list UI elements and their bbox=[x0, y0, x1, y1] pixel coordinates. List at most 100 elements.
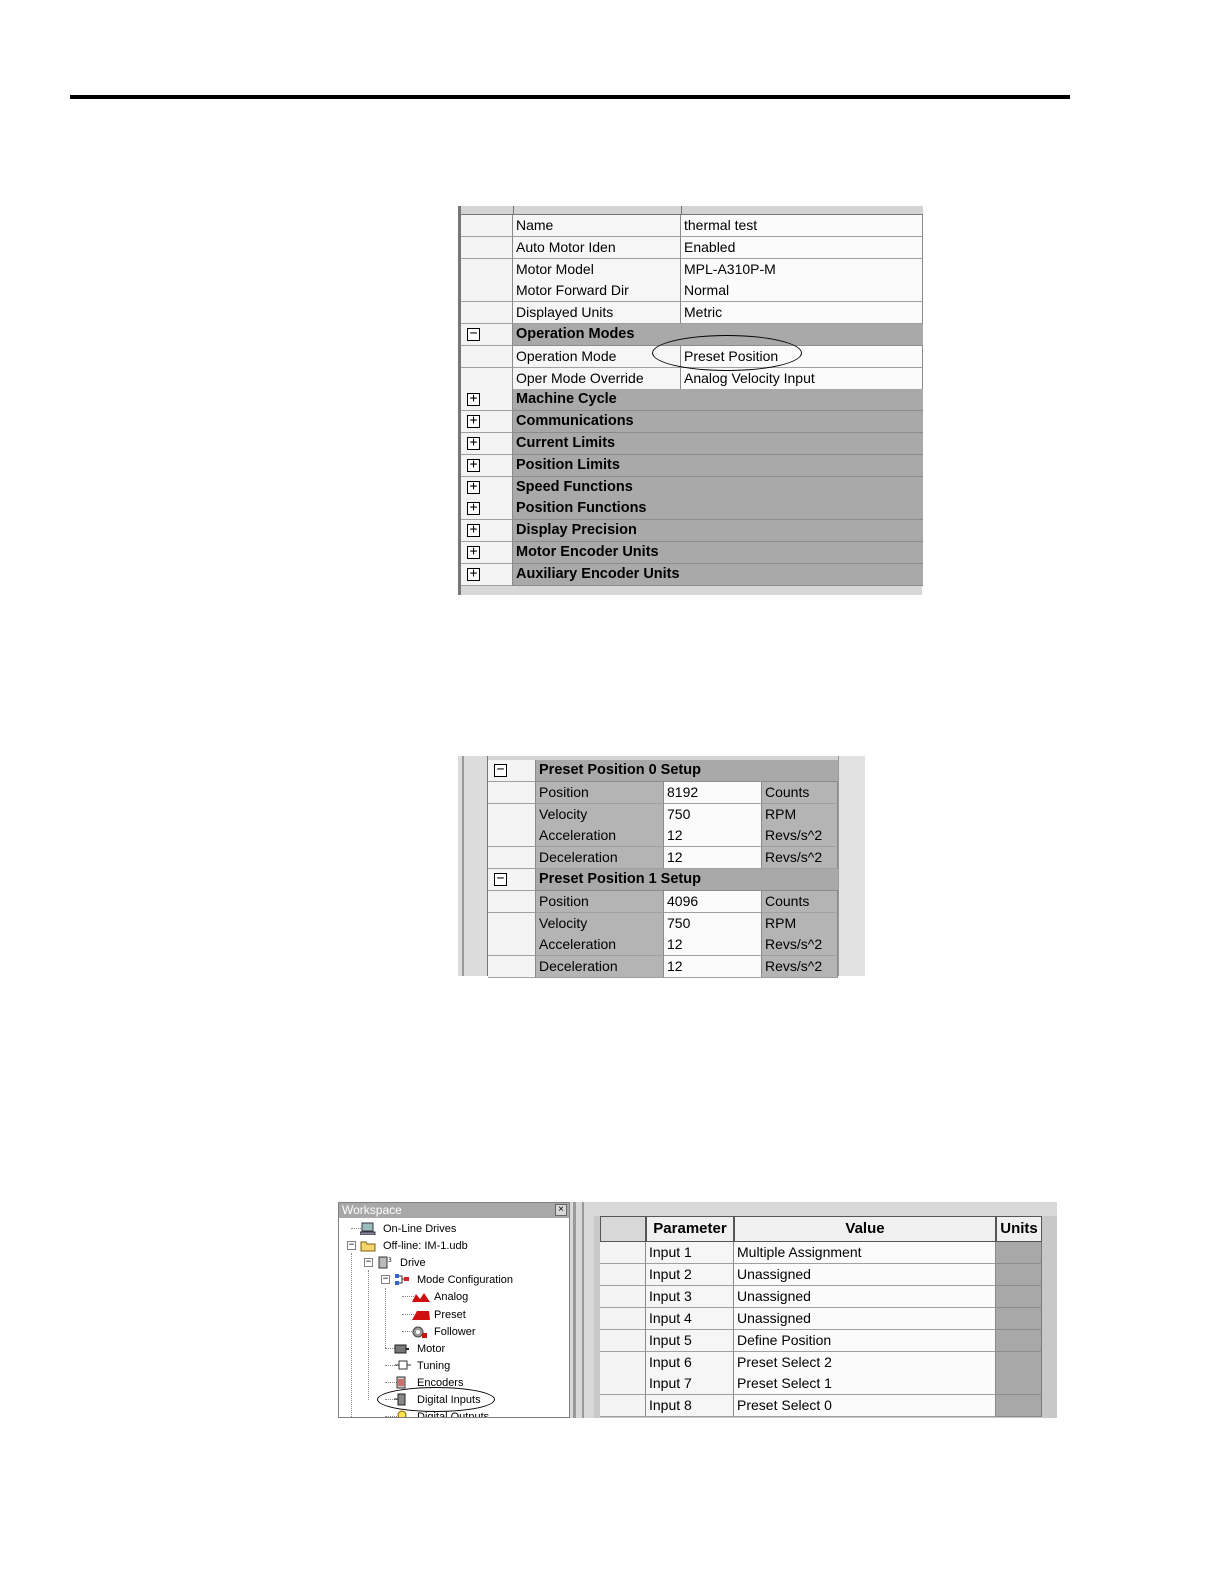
expand-icon[interactable]: + bbox=[467, 523, 480, 538]
header-units[interactable]: Units bbox=[996, 1216, 1042, 1242]
tree-expander-icon[interactable]: − bbox=[347, 1241, 356, 1251]
group-row[interactable]: + Position Functions bbox=[461, 498, 923, 521]
property-row[interactable]: Motor Forward Dir Normal bbox=[461, 280, 923, 303]
property-value[interactable]: 750 bbox=[664, 803, 762, 826]
header-parameter[interactable]: Parameter bbox=[646, 1216, 734, 1242]
property-value[interactable]: 4096 bbox=[664, 890, 762, 913]
property-row[interactable]: Motor Model MPL-A310P-M bbox=[461, 258, 923, 281]
expand-icon[interactable]: + bbox=[467, 567, 480, 581]
row-gutter bbox=[461, 280, 513, 303]
group-row[interactable]: + Display Precision bbox=[461, 520, 923, 543]
property-row[interactable]: Deceleration 12 Revs/s^2 bbox=[488, 847, 838, 870]
expand-icon[interactable]: + bbox=[467, 436, 480, 450]
property-value[interactable]: 12 bbox=[664, 956, 762, 979]
property-row[interactable]: Name thermal test bbox=[461, 215, 923, 237]
property-row[interactable]: Auto Motor Iden Enabled bbox=[461, 236, 923, 259]
folder-icon bbox=[360, 1239, 380, 1253]
tree-item-label[interactable]: Follower bbox=[434, 1325, 476, 1339]
property-row[interactable]: Deceleration 12 Revs/s^2 bbox=[488, 956, 838, 979]
input-row[interactable]: Input 3 Unassigned bbox=[600, 1285, 1042, 1308]
property-row[interactable]: Acceleration 12 Revs/s^2 bbox=[488, 934, 838, 957]
input-row[interactable]: Input 4 Unassigned bbox=[600, 1307, 1042, 1330]
row-gutter bbox=[488, 934, 536, 957]
row-gutter: + bbox=[461, 389, 513, 412]
collapse-icon[interactable]: − bbox=[494, 872, 507, 886]
property-value[interactable]: Metric bbox=[681, 302, 923, 325]
input-row[interactable]: Input 1 Multiple Assignment bbox=[600, 1242, 1042, 1264]
tree-item-label[interactable]: Analog bbox=[434, 1290, 468, 1304]
drive-icon: 3 bbox=[377, 1256, 397, 1270]
property-value[interactable]: MPL-A310P-M bbox=[681, 258, 923, 281]
group-row[interactable]: − Preset Position 1 Setup bbox=[488, 869, 838, 891]
row-gutter: − bbox=[461, 324, 513, 346]
input-value[interactable]: Preset Select 2 bbox=[734, 1351, 996, 1374]
tree-item-label[interactable]: Mode Configuration bbox=[417, 1273, 513, 1287]
input-row[interactable]: Input 5 Define Position bbox=[600, 1329, 1042, 1352]
property-row[interactable]: Displayed Units Metric bbox=[461, 302, 923, 325]
header-value[interactable]: Value bbox=[734, 1216, 996, 1242]
property-row[interactable]: Velocity 750 RPM bbox=[488, 803, 838, 826]
drive-properties-grid: Name thermal test Auto Motor Iden Enabled Mo… bbox=[458, 206, 923, 595]
tree-item-label[interactable]: Drive bbox=[400, 1256, 426, 1270]
row-gutter bbox=[461, 258, 513, 281]
input-value[interactable]: Define Position bbox=[734, 1329, 996, 1352]
input-value[interactable]: Unassigned bbox=[734, 1263, 996, 1286]
input-units bbox=[996, 1242, 1042, 1264]
tree-expander-icon[interactable]: − bbox=[364, 1258, 373, 1268]
row-gutter bbox=[600, 1307, 646, 1330]
property-row[interactable]: Acceleration 12 Revs/s^2 bbox=[488, 825, 838, 848]
input-value[interactable]: Unassigned bbox=[734, 1307, 996, 1330]
property-value[interactable]: Analog Velocity Input bbox=[681, 367, 923, 390]
property-value[interactable]: 12 bbox=[664, 825, 762, 848]
tree-item-label[interactable]: On-Line Drives bbox=[383, 1222, 456, 1236]
property-label: Oper Mode Override bbox=[513, 367, 681, 390]
group-row[interactable]: + Position Limits bbox=[461, 454, 923, 477]
input-value[interactable]: Preset Select 1 bbox=[734, 1373, 996, 1396]
property-value[interactable]: thermal test bbox=[681, 215, 923, 237]
property-value[interactable]: 750 bbox=[664, 912, 762, 935]
collapse-icon[interactable]: − bbox=[467, 327, 480, 341]
expand-icon[interactable]: + bbox=[467, 458, 480, 472]
property-value[interactable]: 12 bbox=[664, 934, 762, 957]
property-value[interactable]: 8192 bbox=[664, 781, 762, 804]
property-row[interactable]: Velocity 750 RPM bbox=[488, 912, 838, 935]
group-row[interactable]: + Motor Encoder Units bbox=[461, 542, 923, 564]
row-gutter bbox=[461, 302, 513, 325]
group-row[interactable]: + Machine Cycle bbox=[461, 389, 923, 412]
close-icon[interactable]: × bbox=[555, 1204, 567, 1216]
input-row[interactable]: Input 2 Unassigned bbox=[600, 1263, 1042, 1286]
group-row[interactable]: + Auxiliary Encoder Units bbox=[461, 563, 923, 586]
property-value[interactable]: Normal bbox=[681, 280, 923, 303]
property-value[interactable]: Enabled bbox=[681, 236, 923, 259]
input-value[interactable]: Preset Select 0 bbox=[734, 1395, 996, 1418]
expand-icon[interactable]: + bbox=[467, 480, 480, 494]
expand-icon[interactable]: + bbox=[467, 392, 480, 407]
tree-expander-icon[interactable]: − bbox=[381, 1275, 390, 1285]
group-row[interactable]: + Current Limits bbox=[461, 433, 923, 455]
input-value[interactable]: Multiple Assignment bbox=[734, 1242, 996, 1264]
group-row[interactable]: + Speed Functions bbox=[461, 476, 923, 499]
pane-splitter[interactable] bbox=[570, 1202, 594, 1418]
property-row[interactable]: Oper Mode Override Analog Velocity Input bbox=[461, 367, 923, 390]
property-row[interactable]: Position 4096 Counts bbox=[488, 890, 838, 913]
row-gutter bbox=[600, 1329, 646, 1352]
tree-item-label[interactable]: Off-line: IM-1.udb bbox=[383, 1239, 468, 1253]
expand-icon[interactable]: + bbox=[467, 545, 480, 559]
expand-icon[interactable]: + bbox=[467, 501, 480, 516]
input-row[interactable]: Input 6 Preset Select 2 bbox=[600, 1351, 1042, 1374]
property-value[interactable]: 12 bbox=[664, 847, 762, 870]
tree-item-label[interactable]: Motor bbox=[417, 1342, 445, 1356]
expand-icon[interactable]: + bbox=[467, 414, 480, 429]
input-label: Input 7 bbox=[646, 1373, 734, 1396]
workspace-panel: Workspace × On-Line Drives − Off-line: IM-… bbox=[338, 1202, 570, 1418]
property-label: Displayed Units bbox=[513, 302, 681, 325]
input-value[interactable]: Unassigned bbox=[734, 1285, 996, 1308]
group-row[interactable]: − Preset Position 0 Setup bbox=[488, 760, 838, 782]
input-row[interactable]: Input 8 Preset Select 0 bbox=[600, 1395, 1042, 1418]
property-row[interactable]: Position 8192 Counts bbox=[488, 781, 838, 804]
group-row[interactable]: + Communications bbox=[461, 411, 923, 434]
tree-item-label[interactable]: Preset bbox=[434, 1308, 466, 1322]
collapse-icon[interactable]: − bbox=[494, 763, 507, 777]
input-row[interactable]: Input 7 Preset Select 1 bbox=[600, 1373, 1042, 1396]
tree-item-label[interactable]: Tuning bbox=[417, 1359, 450, 1373]
